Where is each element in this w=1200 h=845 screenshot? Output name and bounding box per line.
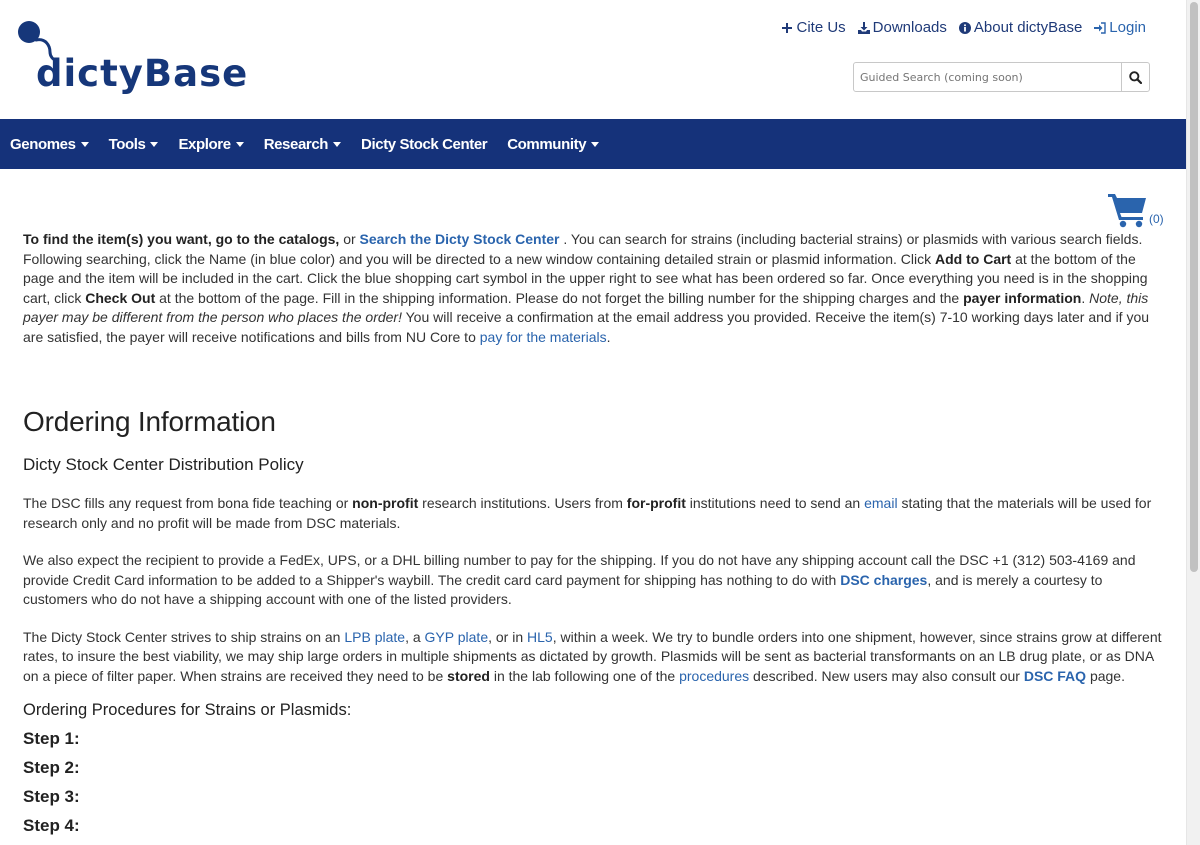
policy-text: research institutions. Users from	[418, 495, 627, 511]
for-profit-text: for-profit	[626, 495, 686, 511]
non-profit-text: non-profit	[352, 495, 419, 511]
strains-text: , or in	[488, 628, 528, 645]
strains-text: page.	[1086, 667, 1125, 684]
step-1-heading: Step 1:	[23, 729, 80, 748]
search-dsc-link[interactable]: Search the Dicty Stock Center	[360, 231, 560, 247]
strains-text: , a	[405, 628, 425, 645]
nav-dsc-label: Dicty Stock Center	[361, 135, 488, 153]
caret-down-icon	[591, 141, 600, 147]
search-input[interactable]	[854, 63, 1121, 91]
nav-community-label: Community	[507, 135, 587, 153]
scrollbar-thumb[interactable]	[1190, 2, 1198, 572]
step-3-heading: Step 3:	[23, 787, 80, 806]
plus-icon	[782, 22, 793, 33]
nav-explore-label: Explore	[178, 135, 231, 153]
search-icon	[1129, 70, 1142, 84]
strains-paragraph: The Dicty Stock Center strives to ship s…	[23, 628, 1165, 687]
login-link[interactable]: Login	[1094, 19, 1146, 36]
info-circle-icon	[958, 21, 971, 34]
hl5-link[interactable]: HL5	[527, 629, 553, 645]
nav-dicty-stock-center[interactable]: Dicty Stock Center	[361, 135, 488, 153]
caret-down-icon	[333, 141, 342, 147]
email-link[interactable]: email	[864, 495, 897, 511]
strains-text: described. New users may also consult ou…	[749, 667, 1024, 684]
intro-text: .	[606, 328, 611, 345]
strains-text: in the lab following one of the	[489, 667, 680, 684]
lpb-plate-link[interactable]: LPB plate	[344, 629, 405, 645]
search-button[interactable]	[1121, 63, 1149, 91]
check-out-text: Check Out	[85, 289, 156, 306]
nav-research-label: Research	[263, 135, 329, 153]
caret-down-icon	[150, 141, 159, 147]
step-4-heading: Step 4:	[23, 816, 80, 835]
intro-text: .	[1081, 289, 1090, 306]
strains-text: The Dicty Stock Center strives to ship s…	[23, 628, 345, 645]
nav-community[interactable]: Community	[507, 135, 600, 153]
logo-text: dictyBase	[36, 52, 249, 95]
top-links: Cite Us Downloads About dictyBase Login	[781, 19, 1146, 36]
about-link[interactable]: About dictyBase	[958, 19, 1083, 36]
intro-text: at the bottom of the page. Fill in the s…	[155, 289, 964, 306]
page-title: Ordering Information	[23, 406, 276, 437]
nav-genomes[interactable]: Genomes	[10, 136, 89, 153]
pay-for-materials-link[interactable]: pay for the materials	[480, 329, 607, 345]
policy-text: The DSC fills any request from bona fide…	[23, 495, 353, 511]
cite-us-link[interactable]: Cite Us	[781, 19, 846, 36]
shopping-cart-icon	[1108, 194, 1146, 228]
cart-count: (0)	[1149, 212, 1164, 226]
cite-us-label: Cite Us	[796, 19, 846, 36]
intro-text: or	[339, 231, 360, 247]
policy-paragraph: The DSC fills any request from bona fide…	[23, 494, 1165, 533]
nav-explore[interactable]: Explore	[178, 135, 244, 153]
dsc-faq-link[interactable]: DSC FAQ	[1024, 668, 1086, 684]
caret-down-icon	[80, 141, 89, 147]
about-label: About dictyBase	[973, 19, 1083, 36]
login-label: Login	[1109, 19, 1146, 36]
nav-research[interactable]: Research	[263, 135, 342, 153]
shipping-paragraph: We also expect the recipient to provide …	[23, 551, 1165, 610]
downloads-label: Downloads	[872, 19, 947, 36]
main-content: To find the item(s) you want, go to the …	[23, 230, 1165, 837]
stored-text: stored	[447, 667, 490, 684]
search-box	[853, 62, 1150, 92]
gyp-plate-link[interactable]: GYP plate	[425, 629, 489, 645]
nav-tools[interactable]: Tools	[109, 136, 159, 153]
step-2-heading: Step 2:	[23, 758, 80, 777]
dictybase-logo[interactable]: dictyBase	[16, 18, 249, 98]
procedures-link[interactable]: procedures	[679, 668, 749, 684]
shopping-cart-button[interactable]: (0)	[1108, 192, 1164, 228]
downloads-link[interactable]: Downloads	[857, 19, 947, 36]
caret-down-icon	[235, 141, 244, 147]
nav-tools-label: Tools	[108, 135, 146, 153]
ordering-procedures-heading: Ordering Procedures for Strains or Plasm…	[23, 701, 352, 719]
nav-genomes-label: Genomes	[10, 135, 76, 153]
sign-in-icon	[1094, 21, 1106, 34]
payer-information-text: payer information	[963, 289, 1082, 306]
add-to-cart-text: Add to Cart	[935, 250, 1012, 267]
distribution-policy-heading: Dicty Stock Center Distribution Policy	[23, 455, 304, 474]
download-icon	[857, 21, 870, 34]
dsc-charges-link[interactable]: DSC charges	[840, 572, 927, 588]
policy-text: institutions need to send an	[685, 495, 865, 511]
main-nav: Genomes Tools Explore Research Dicty Sto…	[0, 119, 1186, 169]
page-scrollbar[interactable]	[1186, 0, 1200, 845]
intro-paragraph: To find the item(s) you want, go to the …	[23, 230, 1165, 347]
site-header: dictyBase Cite Us Downloads About dictyB…	[0, 0, 1186, 119]
intro-bold-lead: To find the item(s) you want, go to the …	[23, 231, 340, 247]
